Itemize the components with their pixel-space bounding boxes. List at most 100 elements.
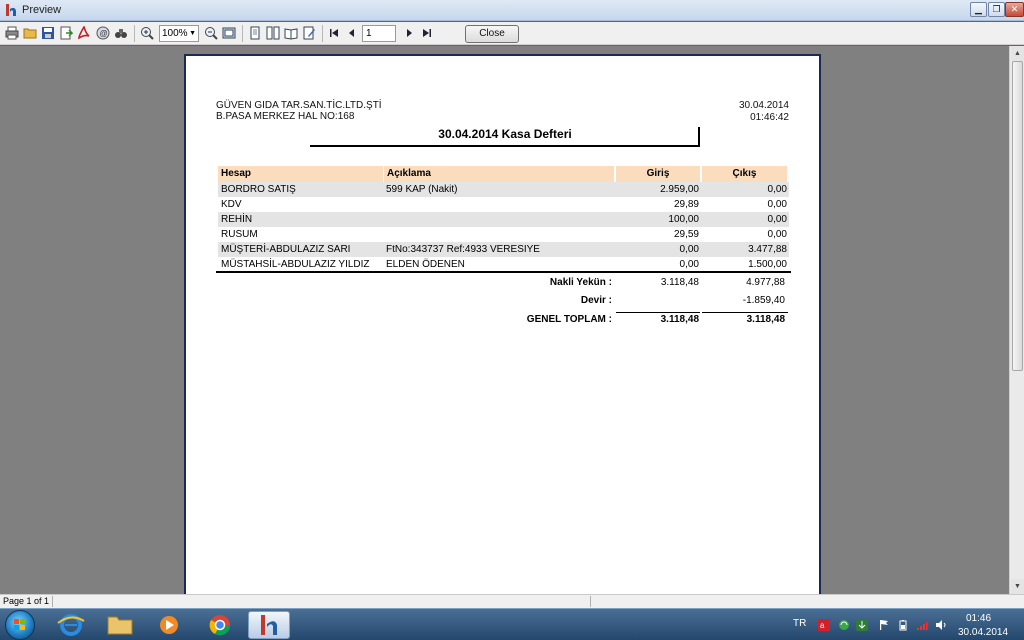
download-tray-icon[interactable] xyxy=(856,619,868,631)
pdf-icon[interactable] xyxy=(77,26,91,40)
toolbar-separator xyxy=(322,25,323,42)
open-folder-icon[interactable] xyxy=(23,26,37,40)
next-page-icon[interactable] xyxy=(402,26,416,40)
find-binoculars-icon[interactable] xyxy=(114,26,128,40)
cell-cikis: 0,00 xyxy=(767,184,787,195)
title-underline xyxy=(310,145,700,147)
folder-icon xyxy=(107,616,133,635)
edit-page-icon[interactable] xyxy=(302,26,316,40)
genel-toplam-label: GENEL TOPLAM : xyxy=(526,314,612,325)
print-icon[interactable] xyxy=(5,26,19,40)
total-cikis-rule xyxy=(702,312,788,313)
two-pages-icon[interactable] xyxy=(266,26,280,40)
clock-time[interactable]: 01:46 xyxy=(966,613,991,624)
cell-cikis: 0,00 xyxy=(767,229,787,240)
network-signal-icon[interactable] xyxy=(916,619,928,631)
table-row: REHİN 100,00 0,00 xyxy=(218,212,789,227)
column-header-cikis: Çıkış xyxy=(702,166,787,182)
book-icon[interactable] xyxy=(284,26,298,40)
page-info: Page 1 of 1 xyxy=(3,596,50,606)
taskbar-chrome[interactable] xyxy=(199,611,241,639)
table-bottom-rule xyxy=(216,271,791,273)
table-row: RUSUM 29,59 0,00 xyxy=(218,227,789,242)
column-header-giris: Giriş xyxy=(616,166,700,182)
zoom-value: 100% xyxy=(162,28,188,39)
company-name: GÜVEN GIDA TAR.SAN.TİC.LTD.ŞTİ xyxy=(216,100,382,111)
genel-toplam-cikis: 3.118,48 xyxy=(746,314,785,325)
restore-button[interactable]: ❐ xyxy=(988,2,1005,17)
battery-icon[interactable] xyxy=(897,619,909,631)
scroll-down-icon[interactable]: ▼ xyxy=(1011,579,1024,594)
zoom-select[interactable]: 100% ▼ xyxy=(159,25,199,42)
total-giris-rule xyxy=(616,312,700,313)
previous-page-icon[interactable] xyxy=(345,26,359,40)
cell-aciklama: ELDEN ÖDENEN xyxy=(386,259,465,270)
close-preview-button[interactable]: Close xyxy=(465,25,519,43)
cell-giris: 29,89 xyxy=(673,199,699,210)
scroll-up-icon[interactable]: ▲ xyxy=(1011,46,1024,61)
cell-cikis: 3.477,88 xyxy=(748,244,787,255)
export-icon[interactable] xyxy=(59,26,73,40)
zoom-in-icon[interactable] xyxy=(140,26,154,40)
save-icon[interactable] xyxy=(41,26,55,40)
cell-giris: 0,00 xyxy=(679,244,699,255)
cell-cikis: 0,00 xyxy=(767,214,787,225)
taskbar: TR a 01:46 30.04.2014 xyxy=(0,608,1024,640)
app-logo-icon xyxy=(6,4,16,16)
cell-hesap: MÜŞTERİ-ABDULAZIZ SARI xyxy=(221,244,351,255)
title-bar: Preview ▁ ❐ ✕ xyxy=(0,0,1024,21)
action-center-flag-icon[interactable] xyxy=(878,619,890,631)
language-indicator[interactable]: TR xyxy=(793,618,806,629)
nakli-yekun-cikis: 4.977,88 xyxy=(746,277,785,288)
antivirus-tray-icon[interactable]: a xyxy=(818,619,830,631)
clock-date[interactable]: 30.04.2014 xyxy=(958,627,1008,638)
preview-toolbar: @ 100% ▼ 1 Close xyxy=(0,22,1024,45)
taskbar-preview-app[interactable] xyxy=(248,611,290,639)
last-page-icon[interactable] xyxy=(420,26,434,40)
start-button[interactable] xyxy=(5,610,35,640)
cell-giris: 2.959,00 xyxy=(660,184,699,195)
report-date: 30.04.2014 xyxy=(738,100,789,111)
title-right-rule xyxy=(698,127,700,147)
table-row: MÜŞTERİ-ABDULAZIZ SARI FtNo:343737 Ref:4… xyxy=(218,242,789,257)
sync-tray-icon[interactable] xyxy=(838,619,850,631)
scrollbar-thumb[interactable] xyxy=(1012,61,1023,371)
column-header-hesap: Hesap xyxy=(218,166,383,182)
report-time: 01:46:42 xyxy=(750,112,789,123)
taskbar-internet-explorer[interactable] xyxy=(50,611,92,639)
volume-icon[interactable] xyxy=(935,619,947,631)
devir-label: Devir : xyxy=(580,295,612,306)
chevron-down-icon: ▼ xyxy=(189,30,196,37)
chrome-icon xyxy=(209,615,231,636)
page-number-input[interactable]: 1 xyxy=(362,25,396,42)
cell-cikis: 0,00 xyxy=(767,199,787,210)
cell-hesap: REHİN xyxy=(221,214,253,225)
windows-logo-icon xyxy=(14,619,25,630)
cell-giris: 100,00 xyxy=(668,214,699,225)
cell-hesap: KDV xyxy=(221,199,242,210)
toolbar-separator xyxy=(134,25,135,42)
report-page: GÜVEN GIDA TAR.SAN.TİC.LTD.ŞTİ B.PASA ME… xyxy=(184,54,821,602)
first-page-icon[interactable] xyxy=(327,26,341,40)
status-divider xyxy=(52,596,53,607)
cell-hesap: BORDRO SATIŞ xyxy=(221,184,296,195)
single-page-icon[interactable] xyxy=(248,26,262,40)
zoom-out-icon[interactable] xyxy=(204,26,218,40)
close-window-button[interactable]: ✕ xyxy=(1005,2,1024,17)
taskbar-media-player[interactable] xyxy=(148,611,190,639)
fit-page-icon[interactable] xyxy=(222,26,236,40)
devir-cikis: -1.859,40 xyxy=(742,295,785,306)
genel-toplam-giris: 3.118,48 xyxy=(660,314,699,325)
taskbar-explorer[interactable] xyxy=(99,611,141,639)
svg-text:@: @ xyxy=(100,29,108,38)
status-divider xyxy=(590,596,591,607)
table-row: MÜSTAHSİL-ABDULAZIZ YILDIZ ELDEN ÖDENEN … xyxy=(218,257,789,272)
email-icon[interactable]: @ xyxy=(96,26,110,40)
minimize-button[interactable]: ▁ xyxy=(970,2,987,17)
nakli-yekun-giris: 3.118,48 xyxy=(660,277,699,288)
status-bar: Page 1 of 1 xyxy=(0,594,1024,608)
table-row: BORDRO SATIŞ 599 KAP (Nakit) 2.959,00 0,… xyxy=(218,182,789,197)
vertical-scrollbar[interactable]: ▲ ▼ xyxy=(1009,46,1024,594)
cell-giris: 29,59 xyxy=(673,229,699,240)
cell-hesap: RUSUM xyxy=(221,229,258,240)
